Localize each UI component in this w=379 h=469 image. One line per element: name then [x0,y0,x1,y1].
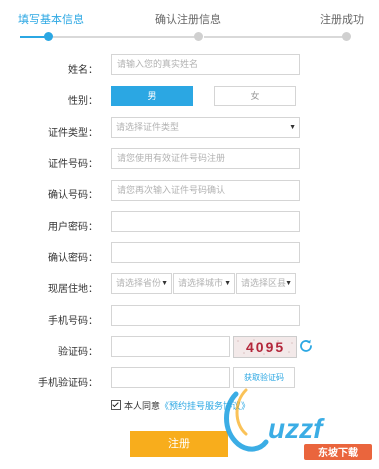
id-number-label: 证件号码： [48,159,98,170]
gender-female-button[interactable]: 女 [214,86,296,106]
district-select[interactable]: 请选择区县 ▼ [236,273,296,294]
step-1-label: 填写基本信息 [18,14,84,26]
watermark-sub-text: 东坡下载 [318,446,358,459]
step-line-2 [204,36,343,38]
province-select[interactable]: 请选择省份 ▼ [111,273,172,294]
district-value: 请选择区县 [241,278,287,288]
id-type-select[interactable]: 请选择证件类型 ▼ [111,117,300,138]
agree-checkbox[interactable] [111,400,121,410]
register-button[interactable]: 注册 [130,431,228,457]
name-input[interactable]: 请输入您的真实姓名 [111,54,300,75]
watermark-logo-text: uzzf [268,413,325,444]
city-select[interactable]: 请选择城市 ▼ [173,273,235,294]
password-confirm-input[interactable] [111,242,300,263]
gender-label: 性别： [68,96,98,107]
chevron-down-icon: ▼ [285,280,292,287]
password-input[interactable] [111,211,300,232]
id-confirm-input[interactable]: 请您再次输入证件号码确认 [111,180,300,201]
step-2-label: 确认注册信息 [155,14,221,26]
password-confirm-label: 确认密码： [48,253,98,264]
sms-code-input[interactable] [111,367,230,388]
site-watermark-logo: uzzf 东坡下载 [224,388,372,460]
phone-input[interactable] [111,305,300,326]
chevron-down-icon: ▼ [289,124,296,131]
phone-label: 手机号码： [48,316,98,327]
name-label: 姓名： [68,65,98,76]
id-type-value: 请选择证件类型 [116,122,180,132]
captcha-text: 4095 [246,339,285,355]
step-3-dot [342,32,351,41]
captcha-label: 验证码： [58,347,98,358]
id-number-input[interactable]: 请您使用有效证件号码注册 [111,148,300,169]
chevron-down-icon: ▼ [161,280,168,287]
id-confirm-label: 确认号码： [48,190,98,201]
captcha-input[interactable] [111,336,230,357]
chevron-down-icon: ▼ [224,280,231,287]
province-value: 请选择省份 [116,278,162,288]
gender-male-button[interactable]: 男 [111,86,193,106]
address-label: 现居住地： [48,284,98,295]
agree-text: 本人同意 [124,401,161,411]
step-1-dot [44,32,53,41]
sms-code-label: 手机验证码： [38,378,98,389]
step-2-dot [194,32,203,41]
refresh-icon[interactable] [298,338,314,354]
id-type-label: 证件类型： [48,128,98,139]
captcha-image[interactable]: 4095 [233,336,297,358]
step-3-label: 注册成功 [320,14,364,26]
password-label: 用户密码： [48,222,98,233]
registration-steps: 填写基本信息 确认注册信息 注册成功 [0,0,379,46]
city-value: 请选择城市 [178,278,224,288]
captcha-noise: 4095 [234,337,296,357]
step-line-1 [53,36,195,38]
